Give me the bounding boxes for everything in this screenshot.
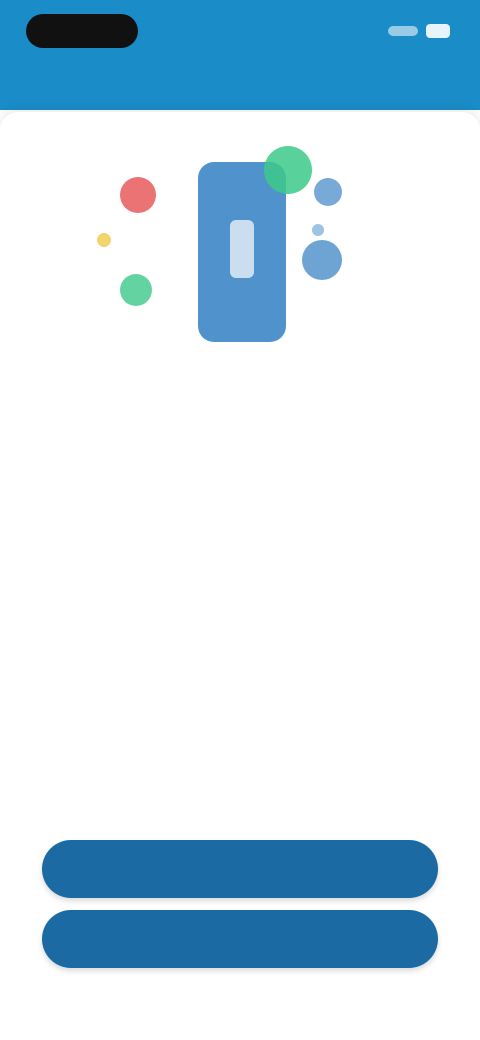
phone-apps-illustration-icon — [90, 140, 390, 350]
small-blue-dot-icon — [312, 224, 324, 236]
phone-screen-icon — [230, 220, 254, 278]
secondary-button[interactable] — [42, 910, 438, 968]
blue-circle-icon — [302, 240, 342, 280]
status-time-pill — [26, 14, 138, 48]
status-icons — [388, 20, 450, 42]
primary-button[interactable] — [42, 840, 438, 898]
green-bubble-icon — [264, 146, 312, 194]
app-header — [0, 0, 480, 110]
yellow-dot-icon — [97, 233, 111, 247]
green-dot-icon — [120, 274, 152, 306]
red-dot-icon — [120, 177, 156, 213]
blue-bubble-icon — [314, 178, 342, 206]
illustration-svg — [97, 146, 342, 342]
battery-icon — [426, 24, 450, 38]
signal-icon — [388, 26, 418, 36]
